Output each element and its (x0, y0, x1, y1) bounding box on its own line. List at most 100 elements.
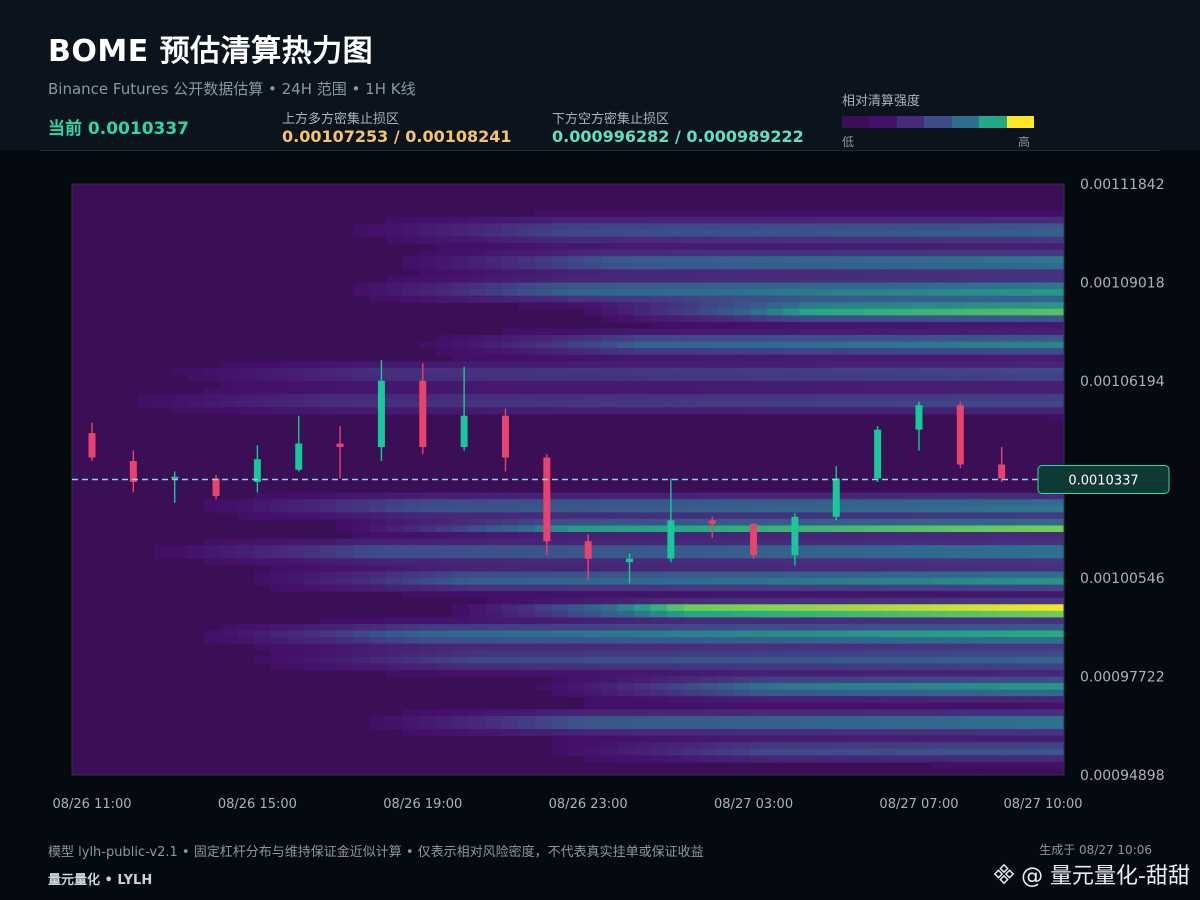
heat-cell (849, 308, 867, 316)
heat-cell (981, 229, 999, 238)
candle-body (543, 457, 551, 542)
heat-cell (898, 282, 916, 290)
heat-cell (353, 637, 371, 645)
heat-cell (865, 729, 883, 737)
heat-cell (336, 564, 354, 573)
heat-cell (733, 302, 751, 310)
heat-cell (749, 617, 767, 625)
heat-cell (1030, 249, 1049, 257)
heat-cell (931, 348, 949, 356)
heat-cell (981, 269, 999, 277)
heat-cell (1014, 617, 1032, 625)
heat-cell (898, 492, 916, 500)
heat-cell (898, 262, 916, 270)
heat-cell (286, 374, 305, 382)
heat-cell (849, 669, 867, 678)
heat-cell (402, 512, 420, 520)
heat-cell (882, 518, 900, 527)
heat-cell (948, 282, 966, 290)
heat-cell (782, 381, 801, 389)
heat-cell (849, 650, 867, 658)
heat-cell (882, 630, 900, 638)
heat-cell (369, 545, 387, 553)
heat-cell (303, 578, 321, 586)
heat-cell (981, 656, 999, 664)
heat-cell (617, 394, 635, 402)
heat-cell (485, 637, 503, 645)
heat-cell (915, 729, 933, 737)
heat-cell (220, 400, 238, 408)
heat-cell (667, 669, 685, 678)
heat-cell (766, 696, 784, 704)
heat-cell (766, 302, 784, 310)
heat-cell (700, 381, 718, 389)
heat-cell (898, 328, 916, 336)
heat-cell (981, 597, 999, 605)
heat-cell (286, 545, 305, 553)
heat-cell (865, 532, 883, 540)
heat-cell (584, 210, 602, 218)
heat-cell (716, 650, 734, 658)
heat-cell (518, 295, 536, 303)
heat-cell (485, 532, 503, 540)
heat-cell (435, 709, 453, 717)
heat-cell (518, 564, 536, 573)
heat-cell (501, 709, 519, 717)
heat-cell (782, 676, 801, 684)
heat-cell (1014, 321, 1032, 330)
heat-cell (964, 545, 982, 553)
heat-cell (716, 236, 734, 244)
heat-cell (468, 722, 486, 730)
heat-cell (617, 236, 635, 244)
heat-cell (501, 348, 519, 356)
heat-cell (237, 367, 255, 376)
heat-cell (981, 643, 999, 651)
heat-cell (320, 492, 338, 500)
heat-cell (997, 518, 1015, 527)
heat-cell (568, 591, 586, 599)
heat-cell (882, 367, 900, 376)
heat-cell (336, 387, 354, 395)
heat-cell (700, 604, 718, 612)
heat-cell (849, 630, 867, 638)
heat-cell (997, 656, 1015, 664)
heat-cell (1030, 643, 1049, 651)
heat-cell (882, 243, 900, 251)
heat-cell (832, 755, 850, 763)
heat-cell (551, 597, 569, 605)
heat-cell (386, 229, 404, 238)
heat-cell (832, 597, 850, 605)
heat-cell (1014, 512, 1032, 520)
heat-cell (568, 656, 586, 664)
heat-cell (964, 683, 982, 691)
heat-cell (468, 637, 486, 645)
heat-cell (882, 210, 900, 218)
heat-cell (749, 512, 767, 520)
heat-cell (419, 289, 437, 297)
heat-cell (997, 374, 1015, 382)
heat-cell (915, 512, 933, 520)
heat-cell (799, 348, 817, 356)
heat-cell (435, 643, 453, 651)
heat-cell (485, 709, 503, 717)
heat-cell (634, 597, 652, 605)
heat-cell (501, 571, 519, 579)
heat-cell (898, 617, 916, 625)
heat-cell (138, 400, 156, 408)
heat-cell (617, 387, 635, 395)
heat-cell (584, 256, 602, 264)
heat-cell (1014, 216, 1032, 224)
heat-cell (485, 512, 503, 520)
heat-cell (601, 361, 619, 369)
heat-cell (468, 663, 486, 671)
heat-cell (501, 525, 519, 533)
heat-cell (601, 302, 619, 310)
heat-cell (931, 315, 949, 323)
heat-cell (898, 367, 916, 376)
heat-cell (204, 374, 222, 382)
heat-cell (485, 610, 503, 618)
heat-cell (336, 663, 354, 671)
heat-cell (534, 558, 553, 566)
heat-cell (667, 354, 685, 362)
heat-cell (634, 742, 652, 750)
